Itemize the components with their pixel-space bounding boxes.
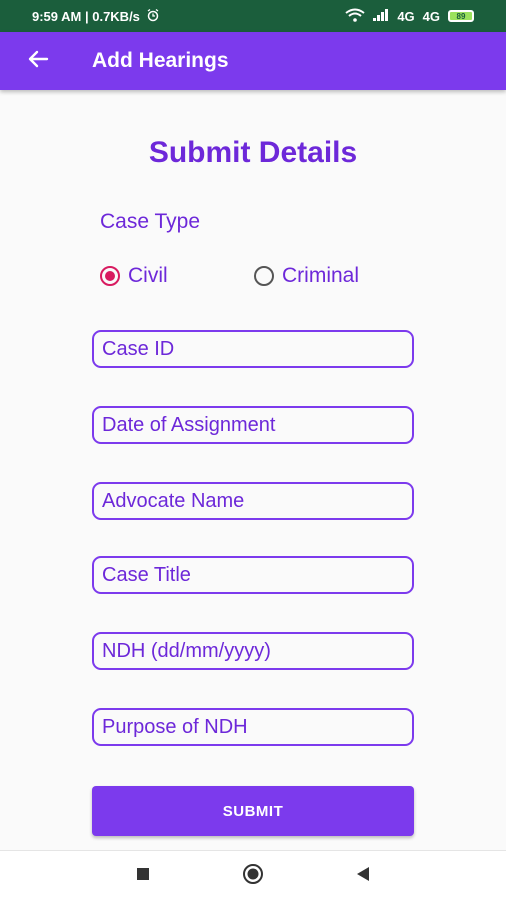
radio-unchecked-icon	[254, 266, 274, 286]
home-button[interactable]	[238, 861, 268, 891]
network-label-2: 4G	[422, 8, 440, 24]
radio-criminal-label: Criminal	[282, 264, 360, 287]
app-bar-title: Add Hearings	[92, 49, 229, 72]
form-title: Submit Details	[148, 136, 358, 169]
triangle-left-icon	[355, 866, 371, 887]
form-container: Submit Details Case Type Civil Criminal …	[0, 90, 506, 850]
signal-icon	[373, 8, 389, 24]
status-time: 9:59 AM | 0.7KB/s	[32, 8, 140, 24]
purpose-of-ndh-field[interactable]	[92, 708, 414, 746]
battery-icon: 89	[448, 10, 474, 22]
ndh-date-field[interactable]	[92, 632, 414, 670]
case-id-field[interactable]	[92, 330, 414, 368]
square-icon	[136, 867, 150, 886]
system-back-button[interactable]	[348, 861, 378, 891]
advocate-name-field[interactable]	[92, 482, 414, 520]
wifi-icon	[345, 8, 365, 25]
system-nav-bar	[0, 850, 506, 901]
circle-icon	[242, 863, 264, 890]
radio-criminal[interactable]: Criminal	[254, 264, 359, 288]
status-bar: 9:59 AM | 0.7KB/s 4G 4G 89	[0, 0, 506, 32]
network-label-1: 4G	[397, 8, 415, 24]
radio-civil-label: Civil	[128, 264, 168, 287]
alarm-icon	[146, 8, 160, 25]
radio-civil[interactable]: Civil	[100, 264, 168, 288]
radio-checked-icon	[100, 266, 120, 286]
battery-level: 89	[456, 11, 466, 21]
case-type-label: Case Type	[100, 210, 201, 233]
submit-button[interactable]: SUBMIT	[92, 786, 414, 836]
case-title-field[interactable]	[92, 556, 414, 594]
arrow-left-icon	[27, 48, 49, 75]
date-of-assignment-field[interactable]	[92, 406, 414, 444]
app-bar: Add Hearings	[0, 32, 506, 90]
back-button[interactable]	[22, 45, 54, 77]
recent-apps-button[interactable]	[128, 861, 158, 891]
